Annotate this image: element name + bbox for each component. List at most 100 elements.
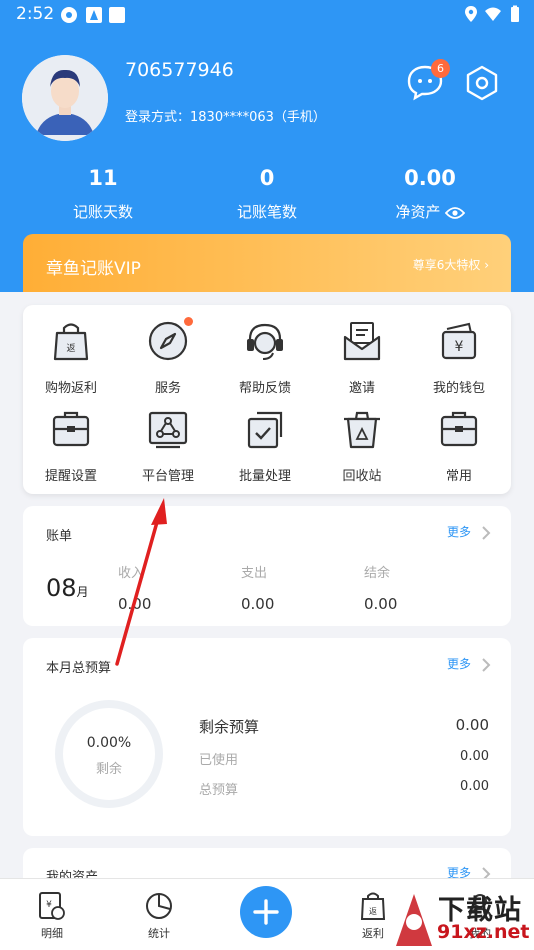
briefcase-icon xyxy=(52,411,90,447)
budget-card[interactable]: 本月总预算 更多 0.00% 剩余 剩余预算 0.00 已使用 0.00 总预算… xyxy=(23,638,511,836)
stat-value: 11 xyxy=(88,166,118,190)
budget-row-value: 0.00 xyxy=(455,716,489,734)
tab-label: 明细 xyxy=(41,927,63,940)
status-bar: 2:52 xyxy=(0,0,534,30)
status-a-icon xyxy=(86,7,102,23)
user-avatar-icon xyxy=(22,55,108,141)
svg-text:¥: ¥ xyxy=(455,339,464,355)
budget-row-label: 剩余预算 xyxy=(199,718,260,736)
bill-balance-label: 结余 xyxy=(364,566,391,581)
more-label: 更多 xyxy=(446,657,471,671)
budget-row-value: 0.00 xyxy=(460,749,489,764)
watermark-url: 91xz.net xyxy=(437,921,530,943)
bill-income: 收入 0.00 xyxy=(118,562,151,613)
month-unit: 月 xyxy=(76,585,89,599)
grid-item-common[interactable]: 常用 xyxy=(411,397,507,484)
pie-chart-icon xyxy=(146,893,172,919)
bill-income-value: 0.00 xyxy=(118,595,152,613)
grid-item-my-wallet[interactable]: ¥ 我的钱包 xyxy=(411,309,507,396)
status-square-icon xyxy=(109,7,125,23)
grid-item-label: 我的钱包 xyxy=(432,381,485,396)
grid-item-label: 帮助反馈 xyxy=(238,381,291,396)
platform-icon xyxy=(148,411,188,449)
grid-item-platform-management[interactable]: 平台管理 xyxy=(120,397,216,484)
bill-balance: 结余 0.00 xyxy=(364,562,397,613)
ledger-icon: ¥ xyxy=(39,892,65,920)
username: 706577946 xyxy=(125,59,234,81)
bill-expense: 支出 0.00 xyxy=(241,562,274,613)
grid-item-batch-processing[interactable]: 批量处理 xyxy=(217,397,313,484)
stat-value: 0.00 xyxy=(404,166,456,190)
budget-progress-ring xyxy=(55,700,163,808)
envelope-icon xyxy=(343,322,381,361)
wallet-icon: ¥ xyxy=(441,322,477,360)
more-label: 更多 xyxy=(446,525,471,539)
tab-label: 统计 xyxy=(148,927,170,940)
rebate-icon: 返 xyxy=(360,892,386,920)
eye-icon[interactable] xyxy=(444,206,465,220)
message-badge: 6 xyxy=(431,59,450,78)
grid-item-recycle-bin[interactable]: 回收站 xyxy=(314,397,410,484)
grid-item-shopping-rebate[interactable]: 返 购物返利 xyxy=(23,309,119,396)
grid-item-label: 购物返利 xyxy=(44,381,97,396)
grid-item-label: 提醒设置 xyxy=(44,469,97,484)
bill-more-link[interactable]: 更多 xyxy=(447,523,491,541)
budget-row-label: 总预算 xyxy=(199,783,239,798)
battery-icon xyxy=(511,5,519,22)
login-method: 登录方式：1830****063（手机） xyxy=(125,110,326,125)
tab-statistics[interactable]: 统计 xyxy=(119,879,199,950)
bill-card[interactable]: 账单 更多 08月 收入 0.00 支出 0.00 结余 0.00 xyxy=(23,506,511,626)
location-icon xyxy=(465,6,477,22)
add-icon xyxy=(253,899,279,925)
grid-item-help-feedback[interactable]: 帮助反馈 xyxy=(217,309,313,396)
compass-icon xyxy=(148,321,188,361)
stat-label: 记账天数 xyxy=(72,203,133,221)
vip-link-label: 尊享6大特权 xyxy=(412,258,481,272)
grid-item-reminder-settings[interactable]: 提醒设置 xyxy=(23,397,119,484)
bill-balance-value: 0.00 xyxy=(364,595,398,613)
vip-banner[interactable]: 章鱼记账VIP 尊享6大特权 › xyxy=(23,234,511,292)
batch-icon xyxy=(247,411,283,449)
stat-value: 0 xyxy=(259,166,275,190)
vip-privileges-link[interactable]: 尊享6大特权 › xyxy=(413,256,489,273)
grid-item-label: 平台管理 xyxy=(141,469,194,484)
bill-expense-value: 0.00 xyxy=(241,595,275,613)
status-time: 2:52 xyxy=(16,4,55,24)
tab-details[interactable]: ¥ 明细 xyxy=(12,879,92,950)
recycle-bin-icon xyxy=(344,411,380,449)
svg-text:返: 返 xyxy=(66,342,75,354)
grid-item-label: 服务 xyxy=(154,381,181,396)
grid-item-label: 常用 xyxy=(445,469,472,484)
add-record-button[interactable] xyxy=(240,886,292,938)
bill-title: 账单 xyxy=(46,529,73,544)
avatar[interactable] xyxy=(22,55,108,141)
budget-more-link[interactable]: 更多 xyxy=(447,655,491,673)
budget-title: 本月总预算 xyxy=(46,661,112,676)
wifi-icon xyxy=(485,7,501,21)
stat-label: 记账笔数 xyxy=(236,203,297,221)
chevron-right-icon: › xyxy=(484,258,489,272)
stat-net-assets[interactable]: 0.00 净资产 xyxy=(350,166,510,222)
service-notification-dot xyxy=(184,317,193,326)
budget-ring-label: 剩余 xyxy=(95,762,122,777)
stat-record-count[interactable]: 0 记账笔数 xyxy=(187,166,347,222)
month-value: 08 xyxy=(46,574,77,602)
bill-expense-label: 支出 xyxy=(241,566,268,581)
settings-gear-icon[interactable] xyxy=(463,64,501,102)
svg-text:返: 返 xyxy=(369,907,377,916)
budget-row-label: 已使用 xyxy=(199,753,239,768)
chevron-right-icon xyxy=(482,657,491,672)
bill-month: 08月 xyxy=(46,574,89,602)
stat-record-days[interactable]: 11 记账天数 xyxy=(23,166,183,222)
grid-item-service[interactable]: 服务 xyxy=(120,309,216,396)
grid-item-invite[interactable]: 邀请 xyxy=(314,309,410,396)
budget-percent: 0.00% xyxy=(86,735,132,751)
stat-label: 净资产 xyxy=(395,203,441,221)
budget-row-value: 0.00 xyxy=(460,779,489,794)
vip-title: 章鱼记账VIP xyxy=(46,259,141,279)
headset-icon xyxy=(247,323,283,360)
shopping-bag-icon: 返 xyxy=(53,323,89,361)
grid-item-label: 回收站 xyxy=(342,469,382,484)
bill-income-label: 收入 xyxy=(118,566,145,581)
briefcase-icon xyxy=(440,411,478,447)
